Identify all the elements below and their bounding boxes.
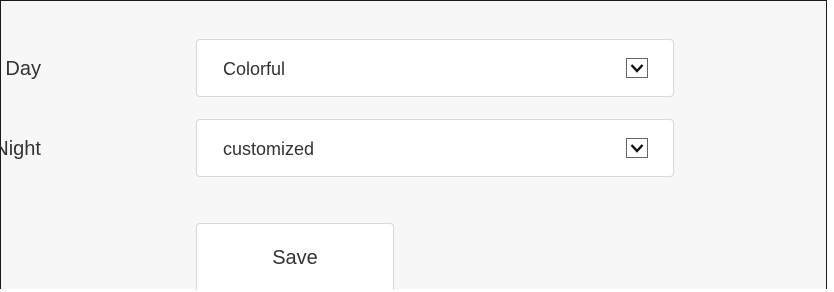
day-label: Day	[5, 58, 41, 80]
chevron-down-icon[interactable]	[626, 58, 648, 78]
night-label: Night	[0, 138, 41, 160]
day-row: Day Colorful	[1, 39, 701, 99]
chevron-down-icon[interactable]	[626, 138, 648, 158]
night-select-value: customized	[223, 139, 315, 159]
day-select[interactable]: Colorful	[196, 39, 674, 97]
save-button[interactable]: Save	[196, 223, 394, 290]
day-select-value: Colorful	[223, 59, 286, 79]
night-select[interactable]: customized	[196, 119, 674, 177]
night-row: Night customized	[0, 119, 701, 179]
settings-panel: Day Colorful Night customized Save	[0, 0, 827, 290]
